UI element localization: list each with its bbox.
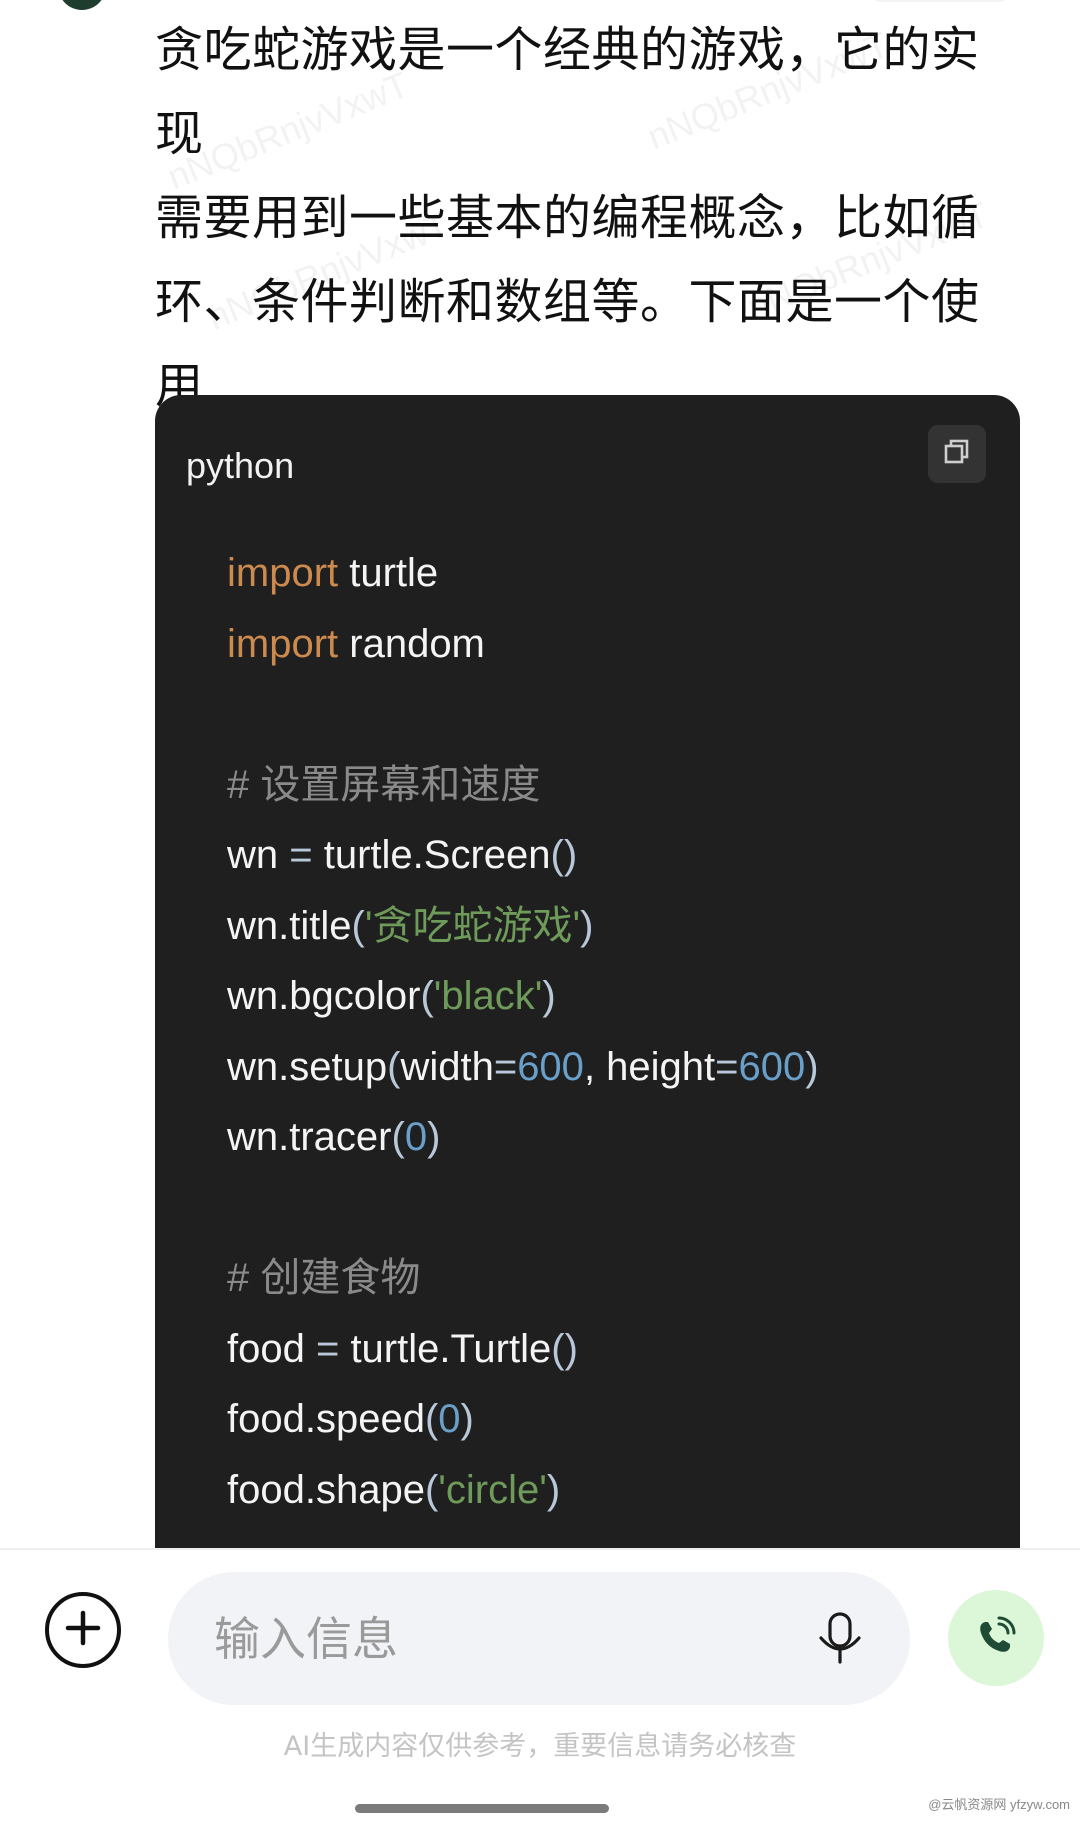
code-token: food.speed	[227, 1397, 425, 1441]
code-token: random	[338, 621, 485, 666]
punctuation-token: (	[351, 903, 365, 948]
code-line: food = turtle.Turtle()	[227, 1314, 1000, 1385]
string-token: 'black'	[433, 974, 543, 1018]
keyword-token: import	[227, 621, 339, 666]
code-token: width	[400, 1044, 494, 1089]
punctuation-token: )	[805, 1044, 819, 1089]
punctuation-token: )	[546, 1467, 561, 1512]
copy-icon	[942, 437, 972, 471]
code-line: wn.tracer(0)	[227, 1102, 1000, 1173]
punctuation-token: ()	[550, 833, 578, 877]
voice-call-button[interactable]	[948, 1590, 1044, 1686]
punctuation-token: )	[427, 1115, 441, 1159]
punctuation-token: =	[493, 1044, 518, 1089]
add-attachment-button[interactable]	[45, 1592, 121, 1668]
code-line: wn.bgcolor('black')	[227, 961, 1000, 1032]
microphone-icon	[818, 1612, 862, 1668]
code-token: wn.tracer	[227, 1115, 392, 1159]
punctuation-token: (	[424, 1397, 439, 1441]
code-line: # 创建食物	[227, 1243, 1000, 1314]
voice-input-button[interactable]	[810, 1610, 870, 1670]
message-line: 需要用到一些基本的编程概念，比如循	[155, 190, 980, 246]
code-language-label: python	[186, 445, 295, 486]
comment-token: # 创建食物	[227, 1256, 421, 1300]
comment-token: # 设置屏幕和速度	[227, 762, 541, 807]
punctuation-token: )	[542, 974, 556, 1018]
ai-disclaimer: AI生成内容仅供参考，重要信息请务必核查	[283, 1731, 797, 1762]
top-action-chip[interactable]	[870, 0, 1010, 2]
code-token: turtle	[338, 551, 439, 595]
copy-code-button[interactable]	[928, 425, 986, 483]
punctuation-token: =	[715, 1044, 739, 1089]
assistant-avatar	[58, 0, 106, 10]
code-line: # 设置屏幕和速度	[227, 750, 1000, 821]
punctuation-token: (	[420, 974, 434, 1018]
code-token: turtle.Screen	[312, 833, 551, 877]
punctuation-token: (	[387, 1044, 401, 1089]
code-line: food.shape('circle')	[227, 1455, 1000, 1526]
punctuation-token: )	[580, 903, 594, 948]
message-line: 贪吃蛇游戏是一个经典的游戏，它的实现	[155, 22, 980, 162]
code-token: , height	[583, 1044, 716, 1089]
string-token: 'circle'	[438, 1467, 547, 1512]
code-block: python import turtle import random # 设置屏幕和…	[155, 395, 1020, 1555]
string-token: '贪吃蛇游戏'	[364, 903, 581, 948]
code-token: turtle.Turtle	[339, 1326, 552, 1371]
punctuation-token: ()	[551, 1326, 578, 1371]
punctuation-token: (	[391, 1115, 405, 1159]
code-line: import random	[227, 609, 1000, 680]
code-token: wn.setup	[227, 1044, 388, 1089]
code-content: import turtle import random # 设置屏幕和速度 wn = …	[227, 538, 1000, 1525]
code-line: wn.setup(width=600, height=600)	[227, 1032, 1000, 1103]
site-watermark: @云帆资源网 yfzyw.com	[928, 1797, 1070, 1812]
code-token: food	[227, 1326, 316, 1371]
number-token: 600	[738, 1044, 806, 1089]
number-token: 0	[438, 1397, 461, 1441]
code-line: wn.title('贪吃蛇游戏')	[227, 891, 1000, 962]
code-line: wn = turtle.Screen()	[227, 820, 1000, 891]
phone-call-icon	[976, 1616, 1016, 1660]
code-token: wn.bgcolor	[227, 974, 421, 1018]
code-line: food.speed(0)	[227, 1384, 1000, 1455]
home-indicator[interactable]	[355, 1804, 609, 1813]
punctuation-token: =	[289, 833, 313, 877]
plus-icon	[63, 1608, 103, 1652]
message-input-container	[168, 1572, 910, 1705]
punctuation-token: )	[460, 1397, 474, 1441]
code-line: import turtle	[227, 538, 1000, 609]
number-token: 0	[404, 1115, 428, 1159]
code-token: food.shape	[227, 1467, 425, 1512]
keyword-token: import	[227, 551, 339, 595]
punctuation-token: (	[424, 1467, 439, 1512]
number-token: 600	[517, 1044, 584, 1089]
code-token: wn	[227, 833, 290, 877]
code-token: wn.title	[227, 903, 352, 948]
punctuation-token: =	[315, 1326, 340, 1371]
message-input[interactable]	[214, 1572, 774, 1705]
